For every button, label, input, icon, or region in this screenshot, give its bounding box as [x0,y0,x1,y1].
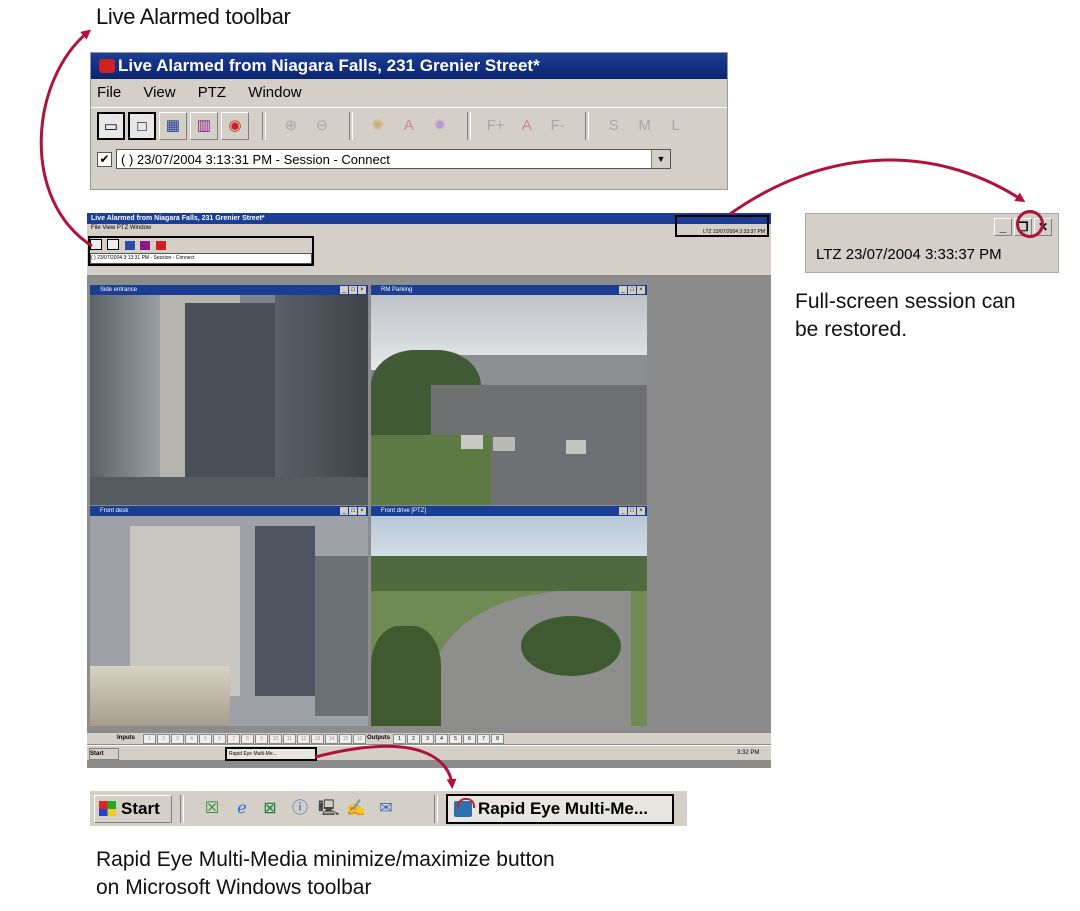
arrow-to-toolbar [39,29,93,248]
arrow-to-taskbar [314,744,457,789]
annotation-arrows [39,29,1026,789]
arrow-to-restore [729,158,1026,216]
